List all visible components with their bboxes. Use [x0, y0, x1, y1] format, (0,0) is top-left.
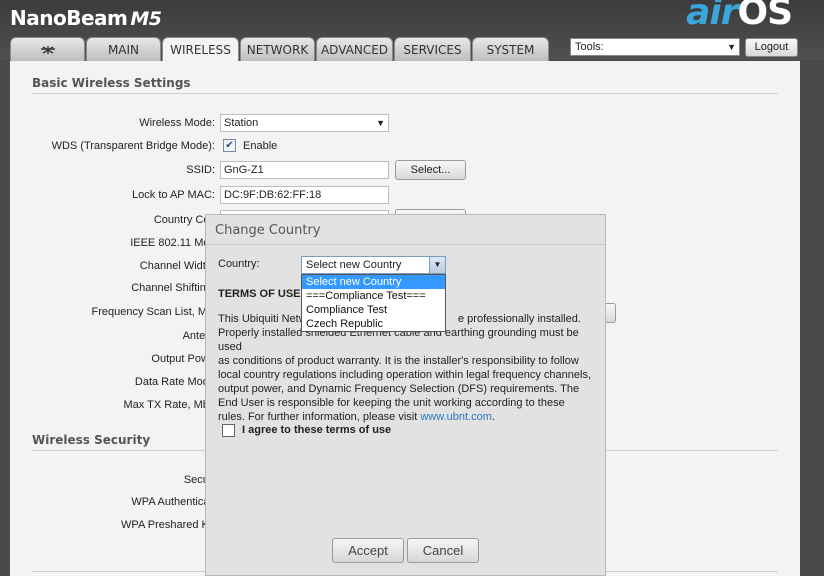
- tab-system[interactable]: SYSTEM: [472, 37, 549, 61]
- tab-advanced[interactable]: ADVANCED: [316, 37, 393, 61]
- terms-line: output power, and Dynamic Frequency Sele…: [218, 383, 580, 395]
- terms-line: e professionally installed.: [458, 313, 581, 325]
- chevron-down-icon[interactable]: ▼: [429, 257, 445, 273]
- ssid-input[interactable]: GnG-Z1: [220, 161, 389, 179]
- agree-terms-checkbox[interactable]: [222, 424, 235, 437]
- change-country-dialog: Change Country Country: Select new Count…: [205, 214, 606, 576]
- lock-ap-mac-input[interactable]: DC:9F:DB:62:FF:18: [220, 186, 389, 204]
- channel-width-label: Channel Width:: [139, 260, 215, 272]
- wds-enable-label: Enable: [243, 140, 278, 152]
- frequency-scan-list-label: Frequency Scan List, MH: [91, 306, 216, 318]
- terms-line: End User is responsible for keeping the …: [218, 397, 565, 409]
- section-title-basic: Basic Wireless Settings: [32, 76, 191, 90]
- terms-line: rules. For further information, please v…: [218, 411, 421, 423]
- chevron-down-icon: ▼: [376, 118, 385, 128]
- terms-line: .: [491, 411, 495, 423]
- wpa-preshared-key-label: WPA Preshared Ke: [121, 519, 215, 531]
- accept-button[interactable]: Accept: [332, 538, 404, 563]
- ssid-select-button[interactable]: Select...: [395, 160, 466, 180]
- tools-select-label: Tools:: [575, 41, 604, 53]
- tab-ubiquiti-logo[interactable]: [10, 37, 85, 61]
- ieee-mode-label: IEEE 802.11 Moc: [130, 237, 215, 249]
- country-option[interactable]: ===Compliance Test===: [302, 289, 445, 303]
- max-tx-rate-label: Max TX Rate, Mbp: [123, 399, 216, 411]
- tab-wireless[interactable]: WIRELESS: [162, 37, 239, 62]
- tab-main[interactable]: MAIN: [86, 37, 161, 61]
- country-dropdown-list: Select new Country ===Compliance Test===…: [301, 274, 446, 332]
- main-tabs: MAIN WIRELESS NETWORK ADVANCED SERVICES …: [10, 37, 549, 62]
- tab-network[interactable]: NETWORK: [240, 37, 315, 61]
- agree-terms-label: I agree to these terms of use: [242, 424, 392, 436]
- wds-label: WDS (Transparent Bridge Mode):: [51, 140, 215, 152]
- country-option[interactable]: Compliance Test: [302, 303, 445, 317]
- dialog-title: Change Country: [215, 223, 321, 238]
- wireless-mode-value: Station: [224, 117, 259, 129]
- section-title-security: Wireless Security: [32, 433, 151, 447]
- lock-ap-mac-label: Lock to AP MAC:: [132, 189, 215, 201]
- cancel-button[interactable]: Cancel: [407, 538, 479, 563]
- wds-checkbox[interactable]: ✔: [223, 139, 236, 152]
- dialog-divider: [206, 244, 605, 245]
- wireless-mode-label: Wireless Mode:: [139, 117, 215, 129]
- device-model: M5: [130, 8, 162, 30]
- country-option[interactable]: Select new Country: [302, 275, 445, 289]
- tools-select[interactable]: Tools: ▼: [570, 38, 740, 56]
- wireless-mode-select[interactable]: Station ▼: [220, 114, 389, 132]
- channel-shifting-label: Channel Shifting:: [131, 282, 215, 294]
- data-rate-module-label: Data Rate Modu: [134, 376, 215, 388]
- ssid-label: SSID:: [186, 164, 215, 176]
- ubnt-link[interactable]: www.ubnt.com: [420, 411, 492, 423]
- logout-button[interactable]: Logout: [745, 38, 798, 57]
- airos-logo: airOS: [686, 0, 793, 33]
- device-name: NanoBeam: [10, 6, 128, 30]
- terms-line: local country regulations including oper…: [218, 369, 592, 381]
- country-option[interactable]: Czech Republic: [302, 317, 445, 331]
- terms-heading: TERMS OF USE: [218, 288, 301, 300]
- chevron-down-icon: ▼: [727, 42, 736, 52]
- terms-line: This Ubiquiti Netw: [218, 313, 307, 325]
- terms-line: as conditions of product warranty. It is…: [218, 355, 579, 367]
- device-brand: NanoBeam M5: [10, 6, 162, 30]
- wpa-authentication-label: WPA Authenticati: [131, 496, 215, 508]
- ubiquiti-logo-icon: [40, 46, 55, 54]
- tab-services[interactable]: SERVICES: [394, 37, 471, 61]
- country-select-value: Select new Country: [306, 259, 402, 271]
- airos-logo-air: air: [686, 0, 738, 33]
- airos-logo-os: OS: [737, 0, 793, 33]
- country-label: Country:: [218, 258, 260, 270]
- country-select[interactable]: Select new Country ▼: [301, 256, 446, 274]
- section-divider: [32, 93, 778, 94]
